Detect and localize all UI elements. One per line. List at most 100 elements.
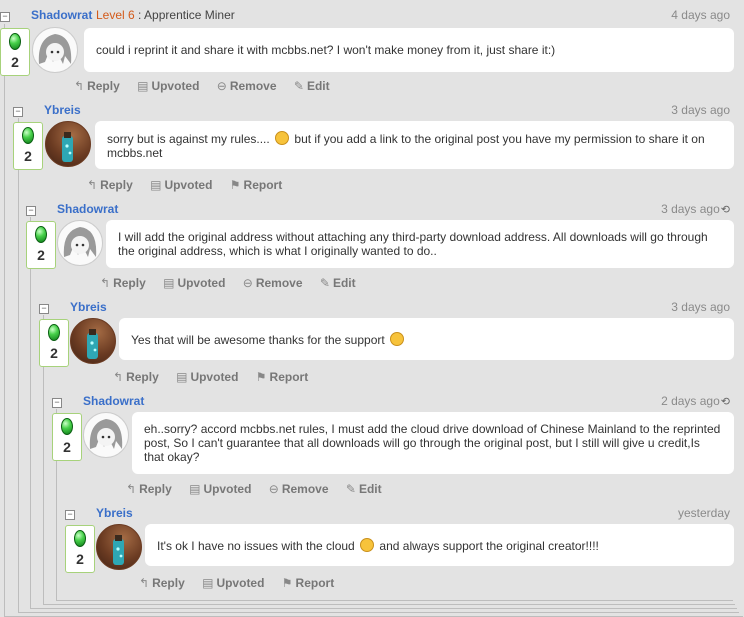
edit-button[interactable]: ✎ Edit (320, 276, 356, 290)
vote-count: 2 (24, 148, 32, 164)
upvote-button[interactable]: ▤ Upvoted (189, 482, 251, 496)
collapse-toggle[interactable]: − (0, 12, 10, 22)
avatar[interactable] (45, 121, 91, 167)
comment-body: sorry but is against my rules.... but if… (95, 121, 734, 169)
upvote-icon: ▤ (150, 178, 162, 192)
comment: − Ybreis 3 days ago 2 sorry but is again… (13, 103, 734, 195)
collapse-toggle[interactable]: − (52, 398, 62, 408)
vote-count: 2 (63, 439, 71, 455)
avatar[interactable] (96, 524, 142, 570)
vote-box[interactable]: 2 (0, 28, 30, 76)
collapse-toggle[interactable]: − (26, 206, 36, 216)
edit-icon: ✎ (345, 482, 356, 496)
emerald-icon (74, 530, 86, 547)
flag-icon: ⚑ (281, 576, 293, 590)
upvote-button[interactable]: ▤ Upvoted (137, 79, 199, 93)
remove-button[interactable]: ⊖ Remove (243, 276, 303, 290)
upvote-button[interactable]: ▤ Upvoted (163, 276, 225, 290)
username[interactable]: Shadowrat (31, 8, 92, 22)
emerald-icon (22, 127, 34, 144)
emerald-icon (48, 324, 60, 341)
timestamp: yesterday (677, 506, 730, 520)
comment-actions: ↰ Reply ▤ Upvoted ⚑ Report (139, 576, 348, 590)
comment-text: eh..sorry? accord mcbbs.net rules, I mus… (144, 422, 721, 464)
reply-icon: ↰ (74, 79, 85, 93)
reply-button[interactable]: ↰ Reply (113, 370, 159, 384)
emerald-icon (61, 418, 73, 435)
edit-icon: ✎ (293, 79, 304, 93)
history-icon[interactable]: ⟲ (721, 396, 730, 408)
emerald-icon (35, 226, 47, 243)
edit-button[interactable]: ✎ Edit (346, 482, 382, 496)
reply-icon: ↰ (113, 370, 124, 384)
comment-actions: ↰ Reply ▤ Upvoted ⚑ Report (113, 370, 322, 384)
username[interactable]: Shadowrat (83, 394, 144, 408)
avatar[interactable] (32, 27, 78, 73)
reply-icon: ↰ (139, 576, 150, 590)
report-button[interactable]: ⚑ Report (256, 370, 308, 384)
remove-button[interactable]: ⊖ Remove (217, 79, 277, 93)
upvote-icon: ▤ (176, 370, 188, 384)
collapse-toggle[interactable]: − (13, 107, 23, 117)
username[interactable]: Ybreis (96, 506, 133, 520)
comment: − Shadowrat Level 6 : Apprentice Miner 4… (0, 8, 734, 98)
remove-button[interactable]: ⊖ Remove (269, 482, 329, 496)
vote-box[interactable]: 2 (52, 413, 82, 461)
reply-icon: ↰ (126, 482, 137, 496)
flag-icon: ⚑ (229, 178, 241, 192)
collapse-toggle[interactable]: − (65, 510, 75, 520)
vote-box[interactable]: 2 (13, 122, 43, 170)
username[interactable]: Ybreis (70, 300, 107, 314)
comment-actions: ↰ Reply ▤ Upvoted ⊖ Remove ✎ Edit (100, 276, 370, 290)
comment: − Ybreis yesterday 2 It's ok I have no i… (65, 506, 734, 596)
remove-icon: ⊖ (268, 482, 279, 496)
vote-box[interactable]: 2 (26, 221, 56, 269)
upvote-button[interactable]: ▤ Upvoted (150, 178, 212, 192)
reply-icon: ↰ (87, 178, 98, 192)
smile-emoji-icon (275, 130, 290, 145)
reply-button[interactable]: ↰ Reply (74, 79, 120, 93)
remove-icon: ⊖ (216, 79, 227, 93)
comment-body: could i reprint it and share it with mcb… (84, 28, 734, 72)
reply-button[interactable]: ↰ Reply (100, 276, 146, 290)
upvote-icon: ▤ (137, 79, 149, 93)
reply-button[interactable]: ↰ Reply (126, 482, 172, 496)
history-icon[interactable]: ⟲ (721, 204, 730, 216)
comment-text: It's ok I have no issues with the cloud … (157, 537, 599, 553)
avatar[interactable] (83, 412, 129, 458)
comment-body: eh..sorry? accord mcbbs.net rules, I mus… (132, 412, 734, 474)
emerald-icon (9, 33, 21, 50)
upvote-icon: ▤ (189, 482, 201, 496)
upvote-button[interactable]: ▤ Upvoted (202, 576, 264, 590)
avatar[interactable] (70, 318, 116, 364)
avatar[interactable] (57, 220, 103, 266)
comment-text: sorry but is against my rules.... but if… (107, 130, 705, 160)
upvote-icon: ▤ (163, 276, 175, 290)
vote-box[interactable]: 2 (39, 319, 69, 367)
edit-button[interactable]: ✎ Edit (294, 79, 330, 93)
username[interactable]: Shadowrat (57, 202, 118, 216)
username[interactable]: Ybreis (44, 103, 81, 117)
timestamp: 3 days ago (671, 103, 730, 117)
vote-box[interactable]: 2 (65, 525, 95, 573)
comment-body: It's ok I have no issues with the cloud … (145, 524, 734, 566)
remove-icon: ⊖ (242, 276, 253, 290)
reply-button[interactable]: ↰ Reply (139, 576, 185, 590)
flag-icon: ⚑ (255, 370, 267, 384)
report-button[interactable]: ⚑ Report (282, 576, 334, 590)
reply-button[interactable]: ↰ Reply (87, 178, 133, 192)
vote-count: 2 (11, 54, 19, 70)
comment-text: could i reprint it and share it with mcb… (96, 43, 556, 57)
comment-body: Yes that will be awesome thanks for the … (119, 318, 734, 360)
smile-emoji-icon (390, 331, 405, 346)
comment-text: I will add the original address without … (118, 230, 708, 258)
comment-text: Yes that will be awesome thanks for the … (131, 331, 406, 347)
upvote-button[interactable]: ▤ Upvoted (176, 370, 238, 384)
timestamp: 4 days ago (671, 8, 730, 22)
user-level: Level 6 : Apprentice Miner (96, 8, 235, 22)
collapse-toggle[interactable]: − (39, 304, 49, 314)
comment: − Shadowrat 2 days ago⟲ 2 eh..sorry? acc… (52, 394, 734, 504)
report-button[interactable]: ⚑ Report (230, 178, 282, 192)
vote-count: 2 (37, 247, 45, 263)
comment-actions: ↰ Reply ▤ Upvoted ⚑ Report (87, 178, 296, 192)
